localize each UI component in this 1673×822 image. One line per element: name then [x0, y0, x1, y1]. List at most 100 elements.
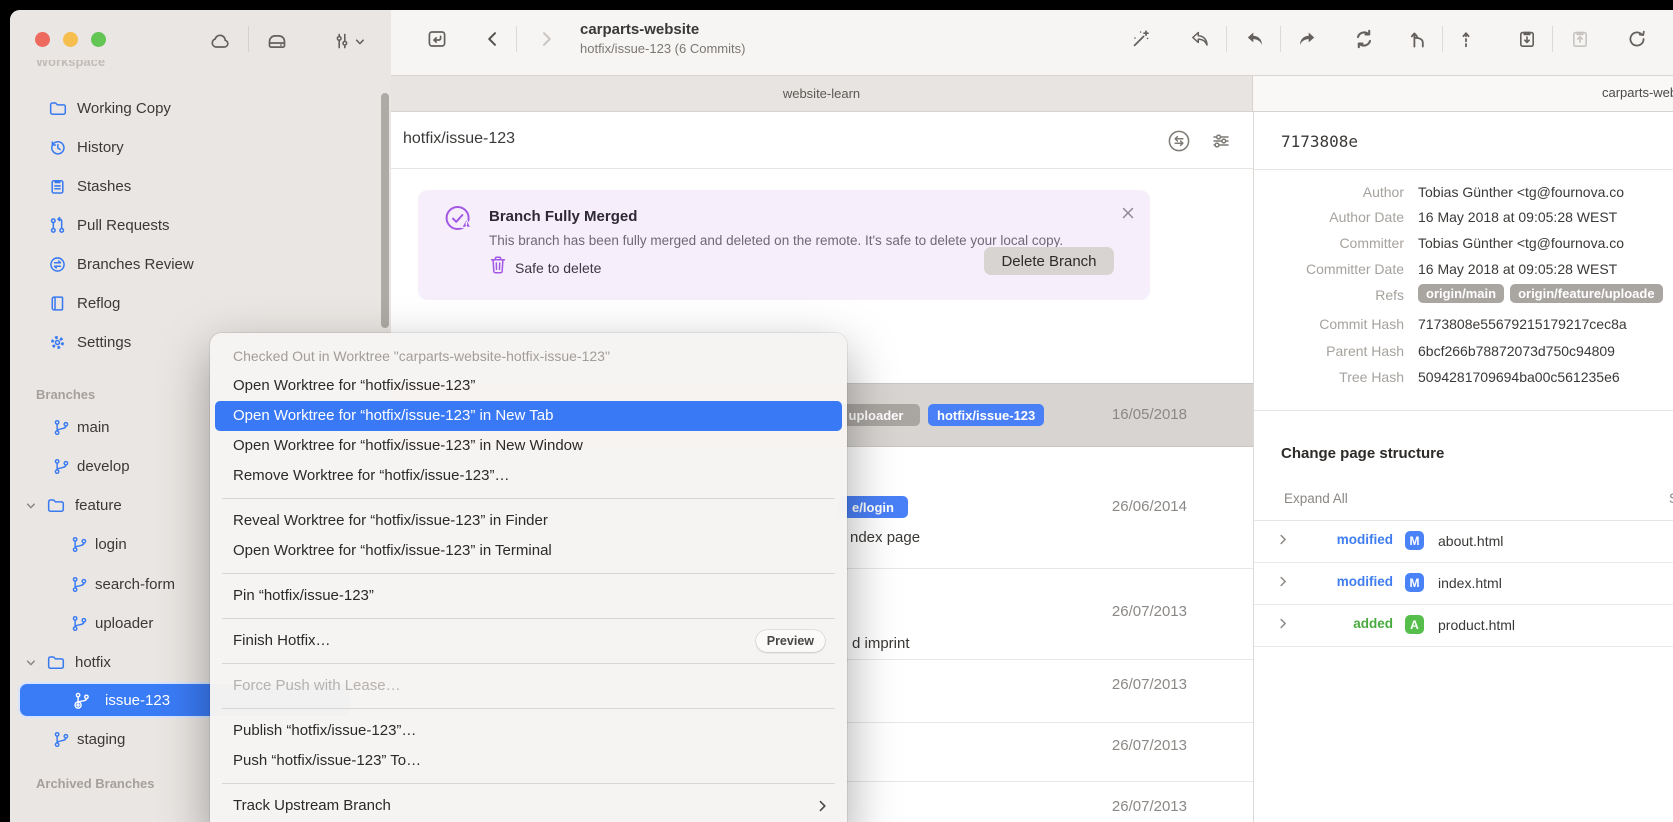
commit-date: 26/06/2014	[1112, 498, 1187, 515]
menu-item-reveal-in-finder[interactable]: Reveal Worktree for “hotfix/issue-123” i…	[210, 506, 847, 536]
close-window-button[interactable]	[35, 32, 50, 47]
commit-date: 26/07/2013	[1112, 737, 1187, 754]
branches-section-header: Branches	[36, 387, 95, 402]
workspace-section-header: Workspace	[36, 60, 156, 75]
repo-subtitle: hotfix/issue-123 (6 Commits)	[580, 41, 910, 56]
open-repository-icon[interactable]	[426, 28, 448, 50]
detail-value: 7173808e55679215179217cec8a	[1418, 316, 1627, 332]
ref-badge[interactable]: origin/feature/uploade	[1510, 284, 1663, 303]
detail-label: Commit Hash	[1254, 316, 1404, 332]
sidebar-item-label: Stashes	[77, 178, 131, 195]
cloud-icon[interactable]	[209, 31, 231, 53]
review-icon	[48, 255, 67, 274]
menu-item-open-worktree-new-window[interactable]: Open Worktree for “hotfix/issue-123” in …	[210, 431, 847, 461]
file-name: index.html	[1438, 575, 1502, 591]
submenu-chevron-icon	[817, 800, 829, 812]
sidebar-scrollbar[interactable]	[381, 93, 389, 328]
pull-request-icon	[48, 216, 67, 235]
stash-save-icon[interactable]	[1516, 28, 1538, 50]
sidebar-item-history[interactable]: History	[10, 128, 391, 167]
sidebar-item-working-copy[interactable]: Working Copy	[10, 89, 391, 128]
menu-item-push-branch-to[interactable]: Push “hotfix/issue-123” To…	[210, 746, 847, 776]
check-warning-icon	[444, 204, 474, 234]
menu-item-open-worktree[interactable]: Open Worktree for “hotfix/issue-123”	[210, 371, 847, 401]
commit-date: 16/05/2018	[1112, 406, 1187, 423]
quick-actions-wand-icon[interactable]	[1130, 28, 1152, 50]
menu-item-pin-branch[interactable]: Pin “hotfix/issue-123”	[210, 581, 847, 611]
banner-description: This branch has been fully merged and de…	[489, 233, 1063, 248]
detail-label: Committer Date	[1254, 261, 1404, 277]
sidebar-item-label: Pull Requests	[77, 217, 170, 234]
show-option-fragment[interactable]: S	[1669, 491, 1673, 506]
merge-icon[interactable]	[1408, 28, 1430, 50]
folder-icon	[46, 496, 65, 515]
file-row-index[interactable]: modified M index.html	[1254, 562, 1673, 605]
branch-label: develop	[77, 458, 130, 475]
fetch-icon[interactable]	[1189, 28, 1211, 50]
menu-item-track-upstream-branch[interactable]: Track Upstream Branch	[210, 791, 847, 821]
zoom-window-button[interactable]	[91, 32, 106, 47]
stash-apply-icon[interactable]	[1569, 28, 1591, 50]
detail-value: Tobias Günther <tg@fournova.co	[1418, 184, 1624, 200]
compare-icon[interactable]	[1167, 129, 1191, 153]
branch-badge: e/login	[838, 496, 908, 518]
branch-badge: hotfix/issue-123	[928, 404, 1044, 426]
sidebar-item-label: Reflog	[77, 295, 120, 312]
chevron-down-icon[interactable]	[26, 658, 36, 668]
branch-label: staging	[77, 731, 125, 748]
file-row-about[interactable]: modified M about.html	[1254, 520, 1673, 563]
detail-value: 5094281709694ba00c561235e6	[1418, 369, 1620, 385]
menu-item-open-in-terminal[interactable]: Open Worktree for “hotfix/issue-123” in …	[210, 536, 847, 566]
folder-icon	[46, 653, 65, 672]
close-icon[interactable]	[1122, 207, 1134, 219]
chevron-down-icon[interactable]	[355, 37, 365, 47]
branch-panel-title: hotfix/issue-123	[403, 130, 515, 148]
tab-label: carparts-website	[1602, 85, 1673, 100]
tab-bar: website-learn carparts-website	[391, 76, 1673, 112]
expand-all-link[interactable]: Expand All	[1284, 491, 1348, 506]
chevron-down-icon[interactable]	[26, 501, 36, 511]
menu-item-remove-worktree[interactable]: Remove Worktree for “hotfix/issue-123”…	[210, 461, 847, 491]
detail-value: 6bcf266b78872073d750c94809	[1418, 343, 1615, 359]
branch-panel-header: hotfix/issue-123	[391, 112, 1253, 169]
sidebar-item-pull-requests[interactable]: Pull Requests	[10, 206, 391, 245]
detail-value: 16 May 2018 at 09:05:28 WEST	[1418, 261, 1617, 277]
gear-icon	[48, 333, 67, 352]
branch-label: main	[77, 419, 110, 436]
branch-icon	[70, 535, 89, 554]
menu-item-open-worktree-new-tab[interactable]: Open Worktree for “hotfix/issue-123” in …	[215, 401, 842, 431]
menu-item-finish-hotfix[interactable]: Finish Hotfix… Preview	[210, 626, 847, 656]
reflog-icon	[48, 294, 67, 313]
sidebar-item-reflog[interactable]: Reflog	[10, 284, 391, 323]
file-name: about.html	[1438, 533, 1503, 549]
pull-icon[interactable]	[1244, 28, 1266, 50]
services-icon[interactable]	[266, 31, 288, 53]
menu-item-label: Track Upstream Branch	[233, 797, 391, 814]
menu-header: Checked Out in Worktree "carparts-websit…	[210, 341, 847, 371]
tab-carparts-website[interactable]: carparts-website	[1253, 76, 1673, 111]
minimize-window-button[interactable]	[63, 32, 78, 47]
sync-icon[interactable]	[1353, 28, 1375, 50]
commit-date: 26/07/2013	[1112, 603, 1187, 620]
filter-sliders-icon[interactable]	[332, 31, 352, 51]
menu-separator	[222, 618, 835, 619]
menu-item-publish-branch[interactable]: Publish “hotfix/issue-123”…	[210, 716, 847, 746]
trash-icon	[489, 255, 507, 275]
refresh-icon[interactable]	[1626, 28, 1648, 50]
back-icon[interactable]	[483, 29, 503, 49]
commit-message: Change page structure	[1281, 445, 1444, 462]
push-icon[interactable]	[1296, 28, 1318, 50]
forward-icon[interactable]	[536, 29, 556, 49]
tab-website-learn[interactable]: website-learn	[391, 76, 1253, 111]
ref-badge[interactable]: origin/main	[1418, 284, 1504, 303]
sidebar-item-stashes[interactable]: Stashes	[10, 167, 391, 206]
filter-options-icon[interactable]	[1210, 130, 1232, 152]
file-status: added	[1254, 616, 1393, 631]
branch-icon	[70, 614, 89, 633]
delete-branch-button[interactable]: Delete Branch	[984, 247, 1114, 275]
file-row-product[interactable]: added A product.html	[1254, 604, 1673, 647]
sidebar-item-branches-review[interactable]: Branches Review	[10, 245, 391, 284]
branch-icon	[70, 575, 89, 594]
rebase-icon[interactable]	[1455, 28, 1477, 50]
file-name: product.html	[1438, 617, 1515, 633]
